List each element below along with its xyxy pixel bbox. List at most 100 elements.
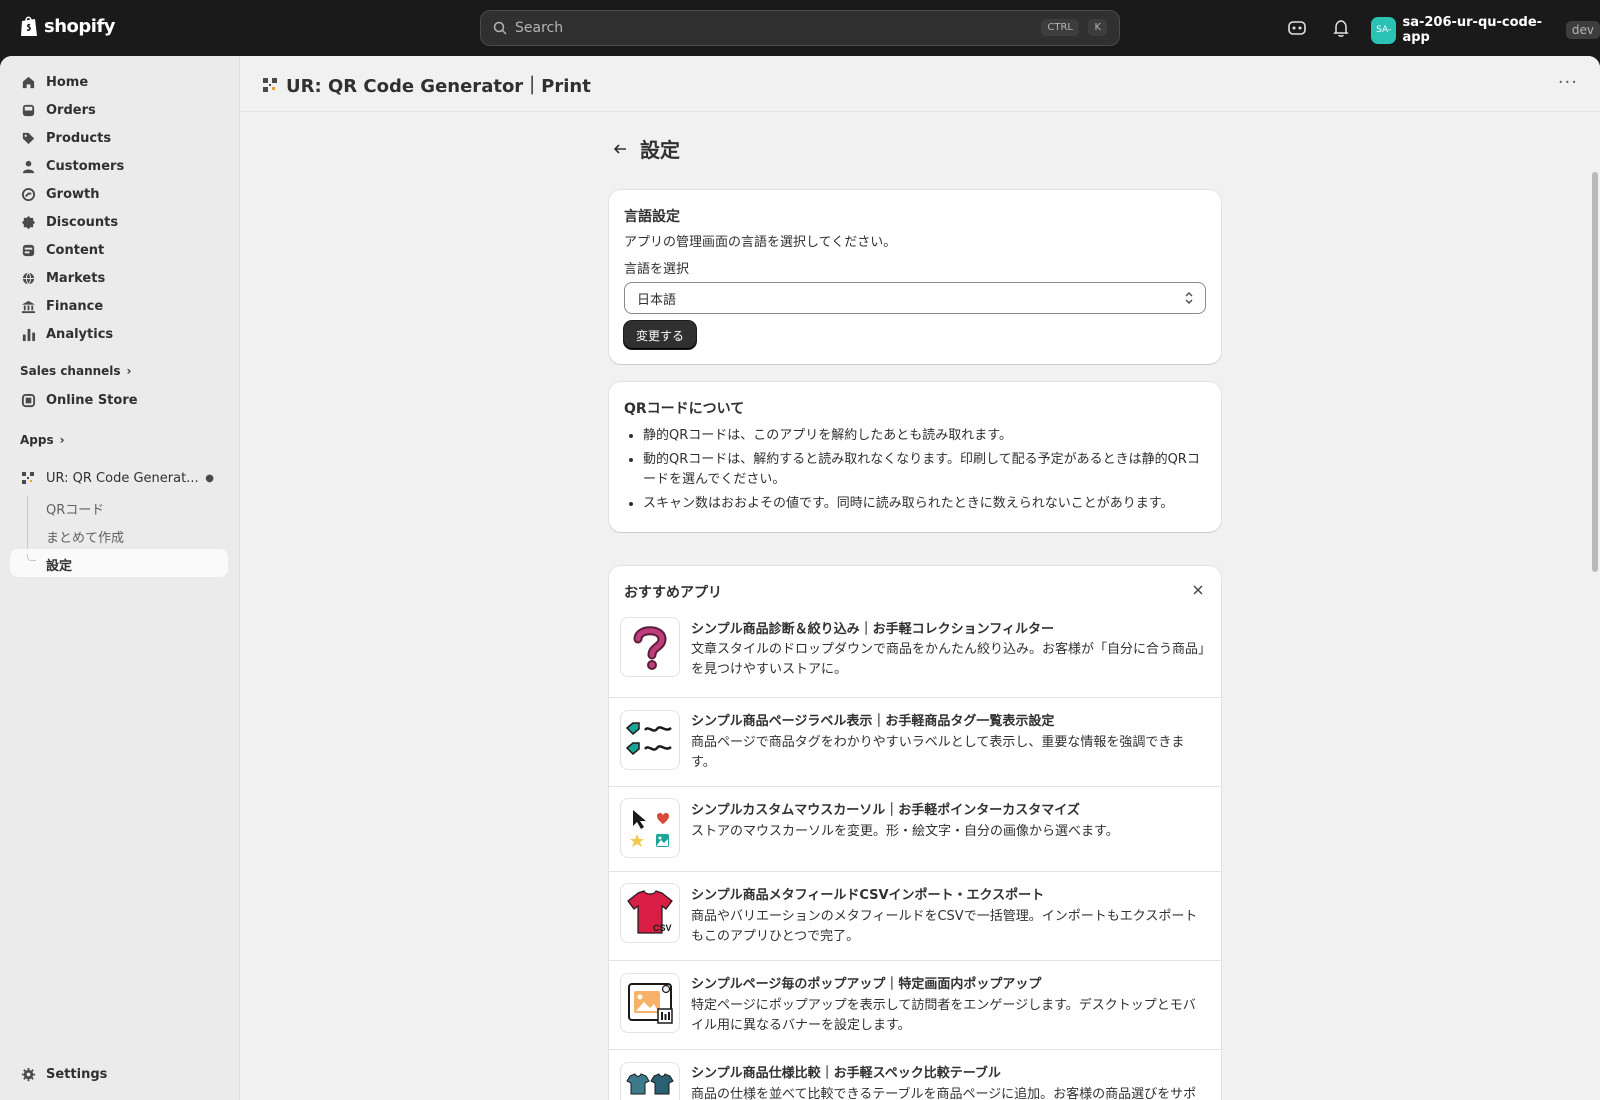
list-item[interactable]: シンプル商品仕様比較｜お手軽スペック比較テーブル 商品の仕様を並べて比較できるテ…	[609, 1049, 1221, 1100]
tree-branch-icon	[27, 554, 36, 561]
list-item: 動的QRコードは、解約すると読み取れなくなります。印刷して配る予定があるときは静…	[643, 450, 1205, 490]
scrollbar-thumb[interactable]	[1592, 172, 1598, 572]
sidebar-item-qr-app[interactable]: UR: QR Code Generat... ●	[10, 464, 228, 492]
language-card-heading: 言語設定	[624, 209, 680, 225]
pin-dot-icon[interactable]: ●	[205, 473, 214, 484]
app-title: シンプル商品仕様比較｜お手軽スペック比較テーブル	[691, 1066, 1001, 1081]
qr-card-heading: QRコードについて	[624, 401, 745, 417]
sidebar-item-content[interactable]: Content	[10, 236, 228, 264]
list-item[interactable]: シンプルカスタムマウスカーソル｜お手軽ポインターカスタマイズ ストアのマウスカー…	[609, 786, 1221, 871]
admin-frame: Home Orders Products Customers Growth Di…	[0, 56, 1600, 1100]
language-select-label: 言語を選択	[624, 262, 690, 277]
sidebar-item-discounts[interactable]: Discounts	[10, 208, 228, 236]
list-item[interactable]: CSV シンプル商品メタフィールドCSVインポート・エクスポート 商品やバリエー…	[609, 871, 1221, 960]
dev-badge: dev	[1565, 21, 1600, 39]
qr-info-list: 静的QRコードは、このアプリを解約したあとも読み取れます。 動的QRコードは、解…	[643, 426, 1205, 518]
tag-icon	[20, 130, 36, 146]
app-title: UR: QR Code Generator｜Print	[262, 72, 591, 98]
sidebar-item-orders[interactable]: Orders	[10, 96, 228, 124]
language-card-description: アプリの管理画面の言語を選択してください。	[624, 235, 897, 250]
sidebar-item-label: Markets	[46, 270, 106, 286]
more-actions-icon[interactable]: ···	[1558, 72, 1578, 93]
app-title: シンプル商品ページラベル表示｜お手軽商品タグ一覧表示設定	[691, 714, 1055, 729]
shopify-bag-icon	[21, 16, 37, 36]
app-description: 文章スタイルのドロップダウンで商品をかんたん絞り込み。お客様が「自分に合う商品」…	[691, 642, 1205, 677]
apps-header[interactable]: Apps ›	[20, 433, 65, 447]
list-item: スキャン数はおおよその値です。同時に読み取られたときに数えられないことがあります…	[643, 494, 1205, 514]
qr-info-card: QRコードについて 静的QRコードは、このアプリを解約したあとも読み取れます。 …	[609, 382, 1221, 532]
sidebar-sub-item-bulk-create[interactable]: まとめて作成	[46, 527, 124, 546]
csv-shirt-icon: CSV	[620, 883, 680, 943]
popup-icon	[620, 973, 680, 1033]
app-title-text: UR: QR Code Generator｜Print	[286, 76, 591, 97]
shortcut-k: K	[1088, 19, 1107, 36]
list-item[interactable]: シンプル商品診断＆絞り込み｜お手軽コレクションフィルター 文章スタイルのドロップ…	[609, 608, 1221, 697]
sidebar-item-label: Analytics	[46, 326, 114, 342]
sidebar-item-online-store[interactable]: Online Store	[10, 386, 228, 414]
chevron-right-icon: ›	[126, 364, 132, 378]
list-item[interactable]: シンプル商品ページラベル表示｜お手軽商品タグ一覧表示設定 商品ページで商品タグを…	[609, 697, 1221, 786]
sidebar-item-products[interactable]: Products	[10, 124, 228, 152]
recommend-card-heading: おすすめアプリ	[624, 585, 722, 601]
qr-app-icon	[20, 470, 36, 486]
list-item[interactable]: シンプルページ毎のポップアップ｜特定画面内ポップアップ 特定ページにポップアップ…	[609, 960, 1221, 1049]
inbox-icon	[20, 102, 36, 118]
gear-icon	[20, 1066, 36, 1082]
sales-channels-header[interactable]: Sales channels ›	[20, 364, 132, 378]
svg-text:CSV: CSV	[653, 923, 672, 933]
back-arrow-icon[interactable]	[612, 141, 628, 157]
sidebar-item-label: Discounts	[46, 214, 119, 230]
page-header: 設定	[612, 134, 680, 163]
home-icon	[20, 74, 36, 90]
app-description: 商品ページで商品タグをわかりやすいラベルとして表示し、重要な情報を強調できます。	[691, 735, 1185, 770]
store-name: sa-206-ur-qu-code-app	[1402, 15, 1543, 45]
globe-icon	[20, 270, 36, 286]
app-header: UR: QR Code Generator｜Print ···	[240, 56, 1600, 112]
sidebar-item-customers[interactable]: Customers	[10, 152, 228, 180]
search-icon	[493, 21, 507, 35]
app-description: 商品やバリエーションのメタフィールドをCSVで一括管理。インポートもエクスポート…	[691, 909, 1198, 944]
sidebar-item-label: Products	[46, 130, 112, 146]
sidebar-item-growth[interactable]: Growth	[10, 180, 228, 208]
change-language-button[interactable]: 変更する	[624, 321, 697, 349]
sidebar-item-finance[interactable]: Finance	[10, 292, 228, 320]
search-input[interactable]: Search CTRL K	[480, 10, 1120, 46]
sidebar-sub-item-qrcode[interactable]: QRコード	[46, 499, 104, 518]
shopify-logo[interactable]: shopify	[19, 14, 116, 38]
sidebar-item-analytics[interactable]: Analytics	[10, 320, 228, 348]
bell-icon[interactable]	[1331, 18, 1351, 38]
chevron-right-icon: ›	[59, 433, 65, 447]
sidebar-item-label: Finance	[46, 298, 104, 314]
select-chevron-icon	[1185, 292, 1193, 304]
language-select[interactable]: 日本語	[624, 282, 1206, 314]
shortcut-ctrl: CTRL	[1041, 19, 1079, 36]
list-item: 静的QRコードは、このアプリを解約したあとも読み取れます。	[643, 426, 1205, 446]
app-title: シンプルカスタムマウスカーソル｜お手軽ポインターカスタマイズ	[691, 803, 1080, 818]
bar-chart-icon	[20, 326, 36, 342]
logo-text: shopify	[44, 15, 116, 37]
app-title: シンプルページ毎のポップアップ｜特定画面内ポップアップ	[691, 977, 1042, 992]
top-bar: shopify Search CTRL K SA- sa-206-ur-qu-c…	[0, 0, 1600, 56]
app-description: 特定ページにポップアップを表示して訪問者をエンゲージします。デスクトップとモバイ…	[691, 998, 1196, 1033]
sidebar-sub-item-settings[interactable]: 設定	[46, 555, 72, 574]
app-name: UR: QR Code Generat...	[46, 470, 199, 486]
language-select-value: 日本語	[637, 292, 677, 308]
active-item-bg	[10, 549, 228, 577]
app-title: シンプル商品メタフィールドCSVインポート・エクスポート	[691, 888, 1045, 903]
sidebar-item-markets[interactable]: Markets	[10, 264, 228, 292]
store-assistant-icon[interactable]	[1287, 18, 1307, 38]
close-icon[interactable]	[1193, 585, 1203, 595]
sidebar-item-settings[interactable]: Settings	[10, 1060, 228, 1088]
question-mark-icon	[620, 617, 680, 677]
store-menu[interactable]: SA- sa-206-ur-qu-code-app dev	[1371, 15, 1600, 45]
sidebar-item-label: Content	[46, 242, 105, 258]
compare-shirts-icon	[620, 1062, 680, 1100]
recommended-apps-card: おすすめアプリ シンプル商品診断＆絞り込み｜お手軽コレクションフィルター 文章ス…	[609, 566, 1221, 1100]
search-placeholder: Search	[515, 20, 564, 36]
tag-labels-icon	[620, 710, 680, 770]
discount-icon	[20, 214, 36, 230]
scrollbar[interactable]	[1590, 112, 1600, 1100]
sidebar-item-label: Online Store	[46, 392, 138, 408]
app-description: 商品の仕様を並べて比較できるテーブルを商品ページに追加。お客様の商品選びをサポ	[691, 1087, 1197, 1100]
sidebar-item-home[interactable]: Home	[10, 68, 228, 96]
